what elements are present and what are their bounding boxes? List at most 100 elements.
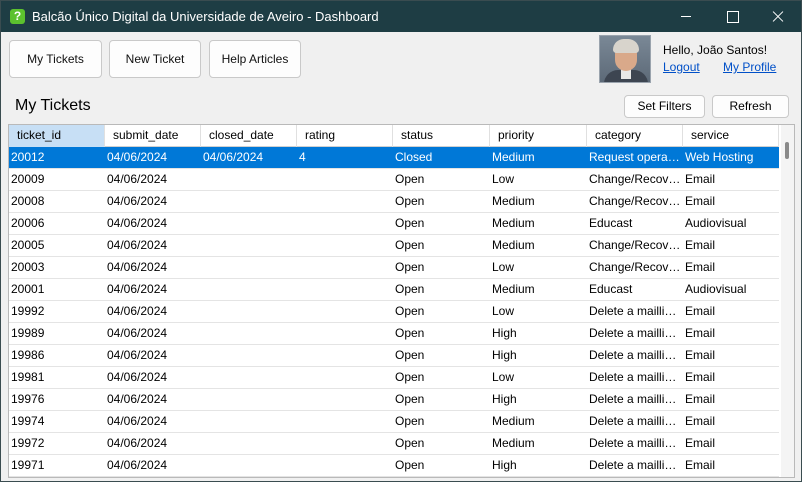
set-filters-button[interactable]: Set Filters [624, 95, 705, 118]
new-ticket-button[interactable]: New Ticket [109, 40, 201, 78]
table-cell-priority: Medium [492, 282, 535, 296]
table-cell-status: Open [395, 304, 425, 318]
table-row[interactable]: 19981 04/06/2024 Open Low Delete a mailling … [9, 367, 779, 389]
table-body: 20012 04/06/2024 04/06/2024 4 Closed Medium Re… [9, 147, 779, 477]
table-cell-closed-date [201, 169, 297, 190]
table-cell-service: Email [685, 414, 716, 428]
table-cell-submit-date: 04/06/2024 [107, 436, 168, 450]
table-cell-ticket-id: 20012 [11, 150, 45, 164]
column-header-submit-date[interactable]: submit_date [105, 125, 201, 147]
table-row[interactable]: 20001 04/06/2024 Open Medium Educast Audiovis… [9, 279, 779, 301]
table-cell-rating [297, 367, 393, 388]
table-cell-service: Email [685, 348, 716, 362]
table-row[interactable]: 20012 04/06/2024 04/06/2024 4 Closed Medium Re… [9, 147, 779, 169]
help-app-icon: ? [10, 9, 25, 24]
user-greeting: Hello, João Santos! [663, 43, 768, 57]
table-cell-submit-date: 04/06/2024 [107, 260, 168, 274]
table-cell-category: Delete a mailling ... [589, 414, 683, 428]
table-cell-ticket-id: 19992 [11, 304, 45, 318]
table-cell-category: Educast [589, 216, 633, 230]
table-cell-status: Open [395, 414, 425, 428]
table-row[interactable]: 19992 04/06/2024 Open Low Delete a mailling … [9, 301, 779, 323]
tickets-table[interactable]: ticket_id submit_date closed_date rating… [8, 124, 795, 478]
table-cell-submit-date: 04/06/2024 [107, 326, 168, 340]
table-cell-closed-date [201, 389, 297, 410]
table-row[interactable]: 20005 04/06/2024 Open Medium Change/Recove..… [9, 235, 779, 257]
column-header-category[interactable]: category [587, 125, 683, 147]
table-row[interactable]: 19971 04/06/2024 Open High Delete a mailling… [9, 455, 779, 477]
table-cell-closed-date [201, 279, 297, 300]
column-header-rating[interactable]: rating [297, 125, 393, 147]
logout-link[interactable]: Logout [663, 60, 700, 74]
table-cell-ticket-id: 20009 [11, 172, 45, 186]
table-cell-ticket-id: 20003 [11, 260, 45, 274]
scroll-thumb[interactable] [785, 142, 789, 159]
help-articles-button[interactable]: Help Articles [209, 40, 301, 78]
column-header-status[interactable]: status [393, 125, 490, 147]
table-cell-category: Delete a mailling ... [589, 304, 683, 318]
table-cell-closed-date [201, 235, 297, 256]
table-cell-submit-date: 04/06/2024 [107, 392, 168, 406]
table-cell-closed-date [201, 433, 297, 454]
column-header-ticket-id[interactable]: ticket_id [9, 125, 105, 147]
table-cell-closed-date [201, 455, 297, 476]
table-cell-priority: Medium [492, 414, 535, 428]
table-cell-ticket-id: 20006 [11, 216, 45, 230]
minimize-icon[interactable] [663, 1, 709, 32]
column-header-closed-date[interactable]: closed_date [201, 125, 297, 147]
table-cell-service: Email [685, 392, 716, 406]
table-cell-submit-date: 04/06/2024 [107, 458, 168, 472]
avatar-hair [613, 39, 639, 53]
table-cell-category: Delete a mailling ... [589, 436, 683, 450]
table-cell-priority: High [492, 458, 517, 472]
table-cell-category: Request operati... [589, 150, 683, 164]
title-bar[interactable]: ? Balcão Único Digital da Universidade d… [1, 1, 801, 32]
table-cell-service: Email [685, 238, 716, 252]
table-row[interactable]: 19976 04/06/2024 Open High Delete a mailling… [9, 389, 779, 411]
table-cell-submit-date: 04/06/2024 [107, 172, 168, 186]
table-cell-priority: Low [492, 304, 515, 318]
table-cell-rating [297, 389, 393, 410]
table-row[interactable]: 19986 04/06/2024 Open High Delete a mailling… [9, 345, 779, 367]
table-cell-rating [297, 345, 393, 366]
table-row[interactable]: 20006 04/06/2024 Open Medium Educast Audiovis… [9, 213, 779, 235]
vertical-scrollbar[interactable] [781, 125, 794, 477]
table-cell-status: Closed [395, 150, 433, 164]
table-cell-priority: High [492, 326, 517, 340]
table-row[interactable]: 19972 04/06/2024 Open Medium Delete a mailli… [9, 433, 779, 455]
dashboard-window: ? Balcão Único Digital da Universidade d… [0, 0, 802, 482]
table-row[interactable]: 19974 04/06/2024 Open Medium Delete a mailli… [9, 411, 779, 433]
column-header-service[interactable]: service [683, 125, 779, 147]
column-header-priority[interactable]: priority [490, 125, 587, 147]
table-cell-ticket-id: 20001 [11, 282, 45, 296]
maximize-icon[interactable] [709, 1, 755, 32]
table-cell-priority: Medium [492, 150, 535, 164]
my-tickets-button[interactable]: My Tickets [9, 40, 102, 78]
refresh-button[interactable]: Refresh [712, 95, 789, 118]
table-cell-rating [297, 213, 393, 234]
table-cell-closed-date [201, 345, 297, 366]
table-cell-closed-date [201, 411, 297, 432]
table-cell-rating [297, 433, 393, 454]
table-cell-status: Open [395, 216, 425, 230]
table-row[interactable]: 20009 04/06/2024 Open Low Change/Recove... Em… [9, 169, 779, 191]
table-cell-submit-date: 04/06/2024 [107, 150, 168, 164]
my-profile-link[interactable]: My Profile [723, 60, 776, 74]
table-cell-ticket-id: 19971 [11, 458, 45, 472]
table-cell-priority: Medium [492, 194, 535, 208]
table-row[interactable]: 20003 04/06/2024 Open Low Change/Recove... Em… [9, 257, 779, 279]
table-cell-submit-date: 04/06/2024 [107, 370, 168, 384]
table-cell-submit-date: 04/06/2024 [107, 348, 168, 362]
table-cell-service: Web Hosting [685, 150, 754, 164]
table-cell-ticket-id: 20008 [11, 194, 45, 208]
table-cell-closed-date [201, 257, 297, 278]
table-cell-submit-date: 04/06/2024 [107, 414, 168, 428]
table-row[interactable]: 19989 04/06/2024 Open High Delete a mailling… [9, 323, 779, 345]
table-row[interactable]: 20008 04/06/2024 Open Medium Change/Recove..… [9, 191, 779, 213]
table-cell-status: Open [395, 436, 425, 450]
table-cell-service: Audiovisual [685, 282, 747, 296]
table-cell-service: Email [685, 370, 716, 384]
table-cell-ticket-id: 19972 [11, 436, 45, 450]
close-icon[interactable] [755, 1, 801, 32]
table-cell-category: Delete a mailling ... [589, 458, 683, 472]
